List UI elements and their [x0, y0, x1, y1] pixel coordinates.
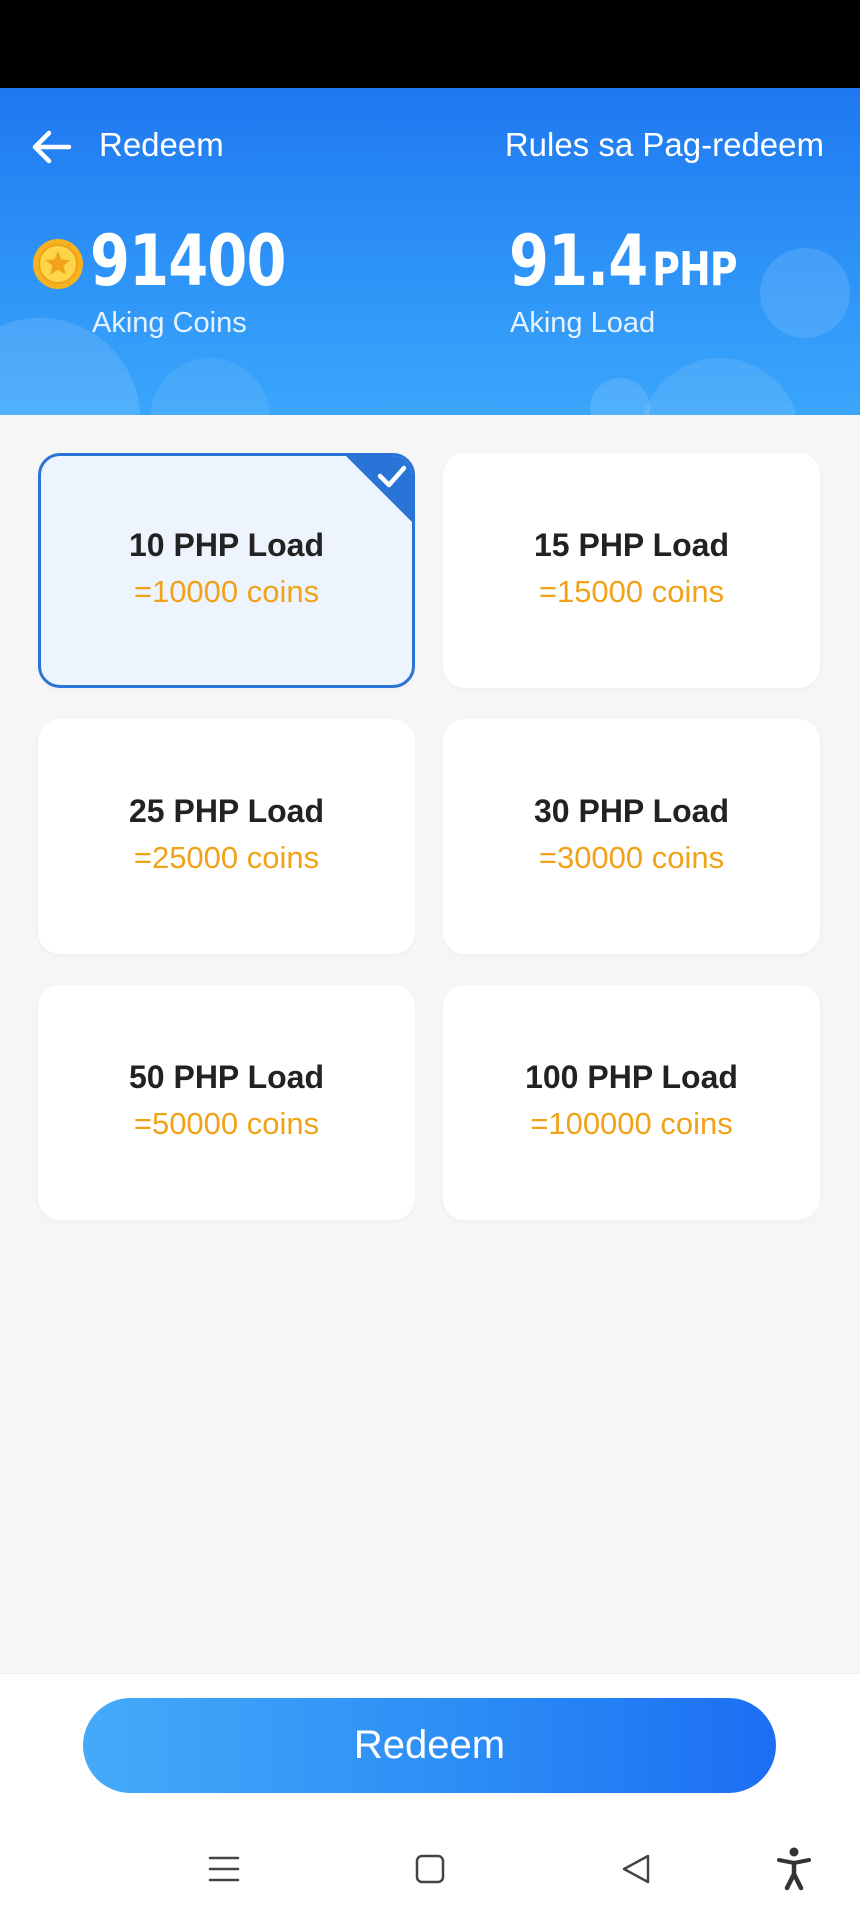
header: Redeem Rules sa Pag-redeem 91400 Aking C… — [0, 88, 860, 415]
coins-balance: 91400 — [90, 220, 286, 302]
option-cost: =10000 coins — [133, 574, 320, 609]
load-label: Aking Load — [510, 307, 656, 339]
option-title: 15 PHP Load — [533, 527, 730, 563]
coin-icon — [33, 239, 83, 289]
option-cost: =50000 coins — [133, 1106, 320, 1141]
accessibility-icon — [777, 1847, 811, 1891]
option-cost: =100000 coins — [530, 1106, 733, 1141]
option-title: 100 PHP Load — [525, 1059, 738, 1095]
page-title: Redeem — [99, 126, 224, 163]
header-decoration — [150, 358, 270, 415]
bottom-action-bar: Redeem — [0, 1673, 860, 1815]
redeem-option-card[interactable]: 10 PHP Load =10000 coins — [38, 453, 415, 688]
load-balance-value: 91.4 — [509, 220, 648, 302]
redeem-button[interactable]: Redeem — [83, 1698, 776, 1793]
status-bar — [0, 0, 860, 88]
redeem-option-card[interactable]: 15 PHP Load =15000 coins — [443, 453, 820, 688]
menu-icon — [208, 1856, 240, 1882]
header-decoration — [590, 378, 650, 415]
rules-link[interactable]: Rules sa Pag-redeem — [505, 126, 824, 164]
option-title: 25 PHP Load — [128, 793, 325, 829]
option-cost: =25000 coins — [133, 840, 320, 875]
nav-home-button[interactable] — [406, 1845, 454, 1893]
option-cost: =30000 coins — [538, 840, 725, 875]
back-button[interactable] — [26, 122, 76, 172]
system-nav-bar — [0, 1815, 860, 1920]
redeem-options-grid: 10 PHP Load =10000 coins 15 PHP Load =15… — [38, 453, 820, 1220]
nav-back-button[interactable] — [612, 1845, 660, 1893]
load-unit: PHP — [652, 242, 737, 296]
nav-accessibility-button[interactable] — [770, 1845, 818, 1893]
nav-menu-button[interactable] — [200, 1845, 248, 1893]
option-title: 10 PHP Load — [128, 527, 325, 563]
option-title: 50 PHP Load — [128, 1059, 325, 1095]
redeem-option-card[interactable]: 50 PHP Load =50000 coins — [38, 985, 415, 1220]
home-icon — [415, 1854, 445, 1884]
load-balance: 91.4 PHP — [509, 220, 737, 302]
option-title: 30 PHP Load — [533, 793, 730, 829]
redeem-option-card[interactable]: 25 PHP Load =25000 coins — [38, 719, 415, 954]
option-cost: =15000 coins — [538, 574, 725, 609]
arrow-left-icon — [32, 130, 72, 164]
redeem-option-card[interactable]: 100 PHP Load =100000 coins — [443, 985, 820, 1220]
redeem-option-card[interactable]: 30 PHP Load =30000 coins — [443, 719, 820, 954]
header-decoration — [640, 358, 800, 415]
check-icon — [346, 456, 412, 522]
header-decoration — [760, 248, 850, 338]
coins-label: Aking Coins — [92, 307, 247, 339]
triangle-back-icon — [622, 1854, 650, 1884]
